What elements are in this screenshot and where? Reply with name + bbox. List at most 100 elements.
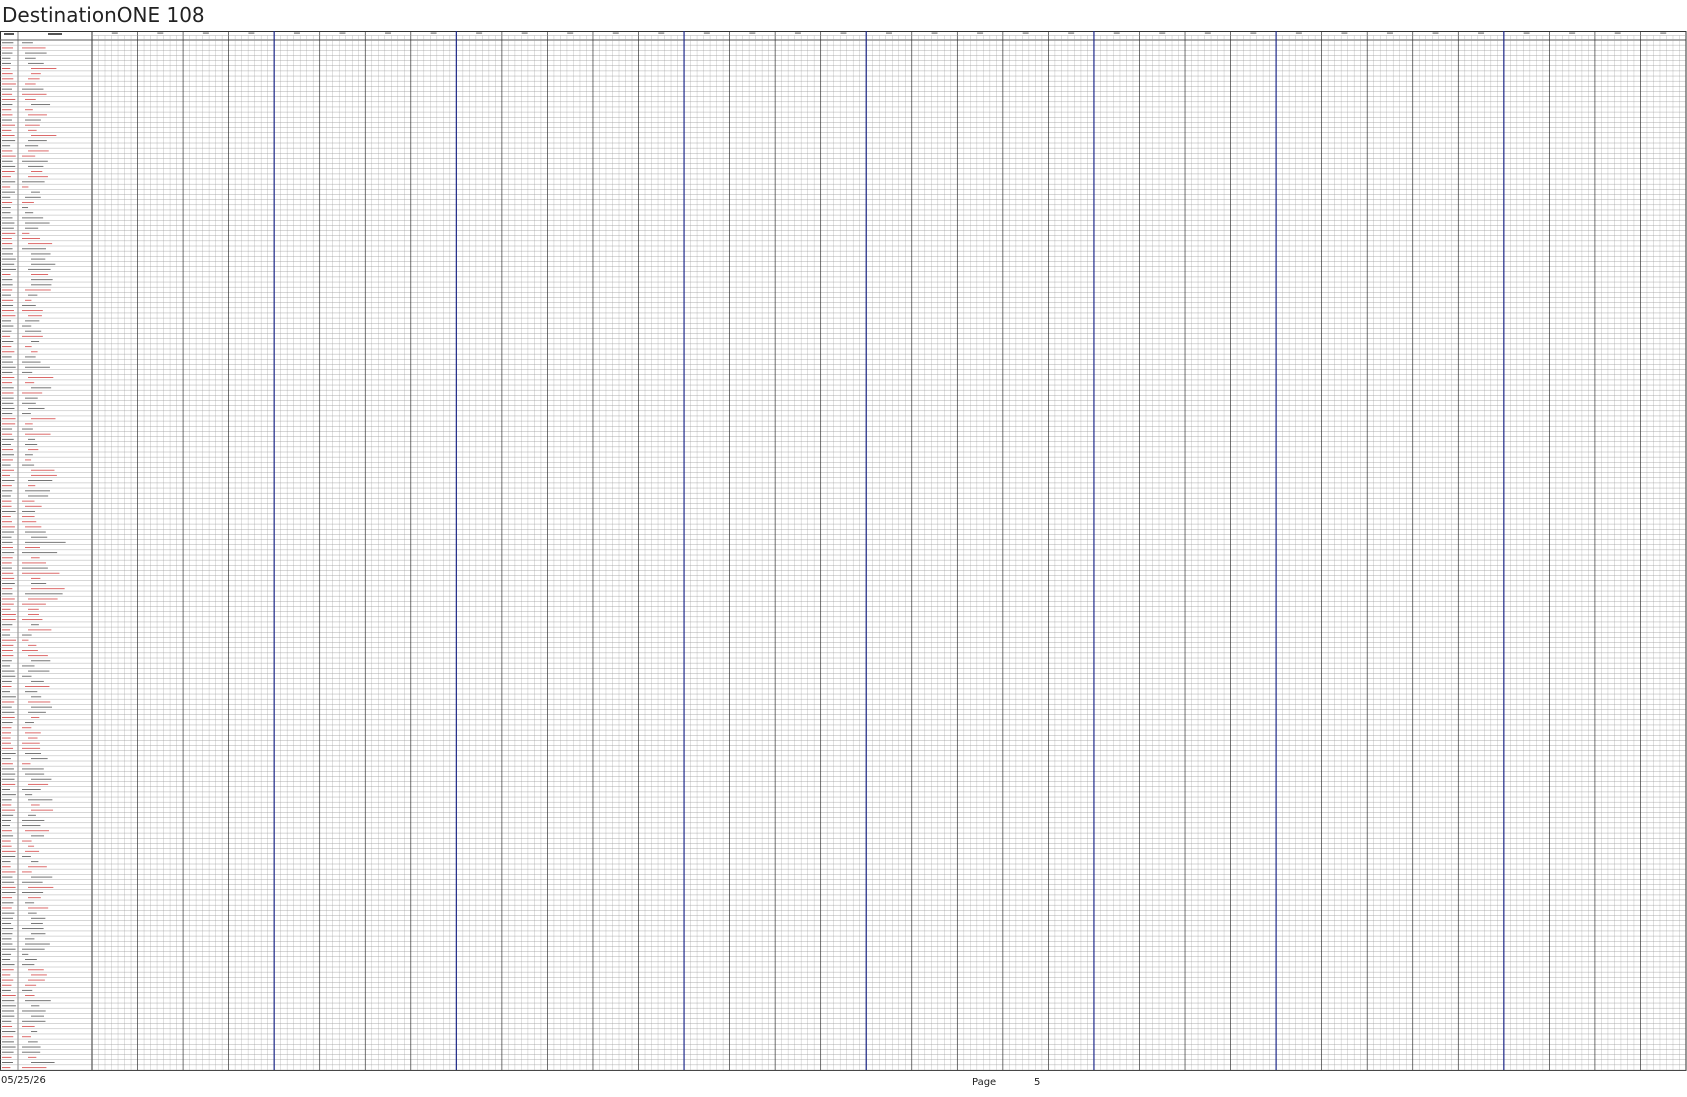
row-description-mark bbox=[31, 258, 46, 260]
row-description-mark bbox=[22, 402, 36, 404]
week-header-mark bbox=[703, 32, 710, 34]
schedule-grid-svg bbox=[0, 31, 1687, 1071]
row-id-mark bbox=[2, 1020, 12, 1022]
row-id-mark bbox=[2, 763, 13, 765]
row-id-mark bbox=[2, 809, 16, 811]
row-id-mark bbox=[2, 1036, 14, 1038]
row-id-mark bbox=[2, 356, 12, 358]
row-id-mark bbox=[2, 392, 14, 394]
row-id-mark bbox=[2, 474, 11, 476]
row-description-mark bbox=[25, 959, 37, 960]
row-id-mark bbox=[2, 253, 13, 255]
row-id-mark bbox=[2, 639, 16, 641]
row-description-mark bbox=[31, 706, 53, 708]
row-description-mark bbox=[22, 186, 29, 188]
row-id-mark bbox=[2, 799, 12, 801]
row-description-mark bbox=[22, 1025, 35, 1027]
row-id-mark bbox=[2, 346, 12, 348]
row-description-mark bbox=[22, 881, 43, 883]
week-header-mark bbox=[1478, 32, 1485, 34]
week-header-mark bbox=[1068, 32, 1075, 34]
week-header-mark bbox=[1113, 32, 1120, 34]
row-description-mark bbox=[31, 588, 65, 590]
row-id-mark bbox=[2, 469, 15, 471]
row-description-mark bbox=[25, 691, 38, 693]
row-description-mark bbox=[22, 892, 44, 893]
week-header-mark bbox=[1204, 32, 1211, 34]
row-id-mark bbox=[2, 207, 11, 209]
row-description-mark bbox=[22, 727, 32, 729]
row-description-mark bbox=[22, 856, 31, 857]
row-id-mark bbox=[2, 407, 15, 409]
row-description-mark bbox=[22, 371, 33, 373]
row-id-mark bbox=[2, 675, 16, 677]
row-description-mark bbox=[31, 279, 53, 281]
row-id-mark bbox=[2, 825, 11, 827]
row-description-mark bbox=[22, 634, 32, 636]
row-description-mark bbox=[22, 840, 32, 842]
row-id-mark bbox=[2, 413, 13, 415]
row-id-mark bbox=[2, 124, 16, 126]
row-description-mark bbox=[25, 490, 50, 492]
row-id-mark bbox=[2, 583, 15, 584]
row-id-mark bbox=[2, 933, 13, 935]
row-id-mark bbox=[2, 1041, 14, 1043]
row-id-mark bbox=[2, 840, 11, 842]
row-description-mark bbox=[28, 1041, 38, 1043]
row-description-mark bbox=[25, 547, 40, 548]
row-id-mark bbox=[2, 248, 13, 250]
row-description-mark bbox=[31, 1005, 40, 1007]
row-description-mark bbox=[25, 794, 33, 796]
row-description-mark bbox=[28, 907, 49, 909]
row-id-mark bbox=[2, 335, 11, 337]
row-id-mark bbox=[2, 953, 12, 955]
row-id-mark bbox=[2, 783, 16, 785]
footer-page-number: 5 bbox=[1034, 1077, 1041, 1088]
row-description-mark bbox=[28, 449, 39, 451]
row-description-mark bbox=[31, 835, 45, 837]
row-description-mark bbox=[22, 742, 40, 744]
row-id-mark bbox=[2, 619, 16, 621]
row-description-mark bbox=[28, 866, 47, 868]
week-header-mark bbox=[1432, 32, 1439, 34]
row-description-mark bbox=[25, 227, 39, 229]
row-description-mark bbox=[22, 155, 36, 157]
row-id-mark bbox=[2, 655, 14, 657]
row-description-mark bbox=[31, 716, 40, 718]
row-id-mark bbox=[2, 758, 11, 760]
row-id-mark bbox=[2, 577, 15, 579]
row-description-mark bbox=[25, 83, 36, 85]
row-description-mark bbox=[28, 485, 36, 487]
row-description-mark bbox=[28, 165, 44, 167]
week-header-mark bbox=[1159, 32, 1166, 34]
row-description-mark bbox=[28, 737, 38, 739]
row-description-mark bbox=[25, 119, 41, 121]
row-id-mark bbox=[2, 325, 14, 327]
row-description-mark bbox=[22, 1046, 41, 1048]
row-description-mark bbox=[22, 464, 35, 466]
row-description-mark bbox=[25, 531, 46, 533]
row-id-mark bbox=[2, 902, 14, 904]
row-id-mark bbox=[2, 217, 13, 219]
row-description-mark bbox=[31, 536, 48, 538]
row-description-mark bbox=[25, 995, 35, 996]
row-description-mark bbox=[28, 315, 42, 317]
row-id-mark bbox=[2, 886, 16, 888]
row-description-mark bbox=[22, 665, 35, 667]
row-id-mark bbox=[2, 1067, 11, 1069]
week-header-mark bbox=[749, 32, 756, 34]
row-description-mark bbox=[25, 330, 42, 332]
row-id-mark bbox=[2, 634, 11, 636]
row-description-mark bbox=[31, 191, 40, 193]
row-description-mark bbox=[31, 577, 41, 579]
row-description-mark bbox=[28, 268, 51, 270]
row-description-mark bbox=[31, 1062, 55, 1063]
row-description-mark bbox=[25, 98, 36, 100]
row-id-mark bbox=[2, 722, 13, 724]
row-id-mark bbox=[2, 129, 12, 131]
row-description-mark bbox=[22, 763, 31, 765]
row-id-mark bbox=[2, 747, 14, 749]
row-id-mark bbox=[2, 109, 12, 111]
row-id-mark bbox=[2, 1025, 13, 1027]
row-id-mark bbox=[2, 753, 16, 754]
